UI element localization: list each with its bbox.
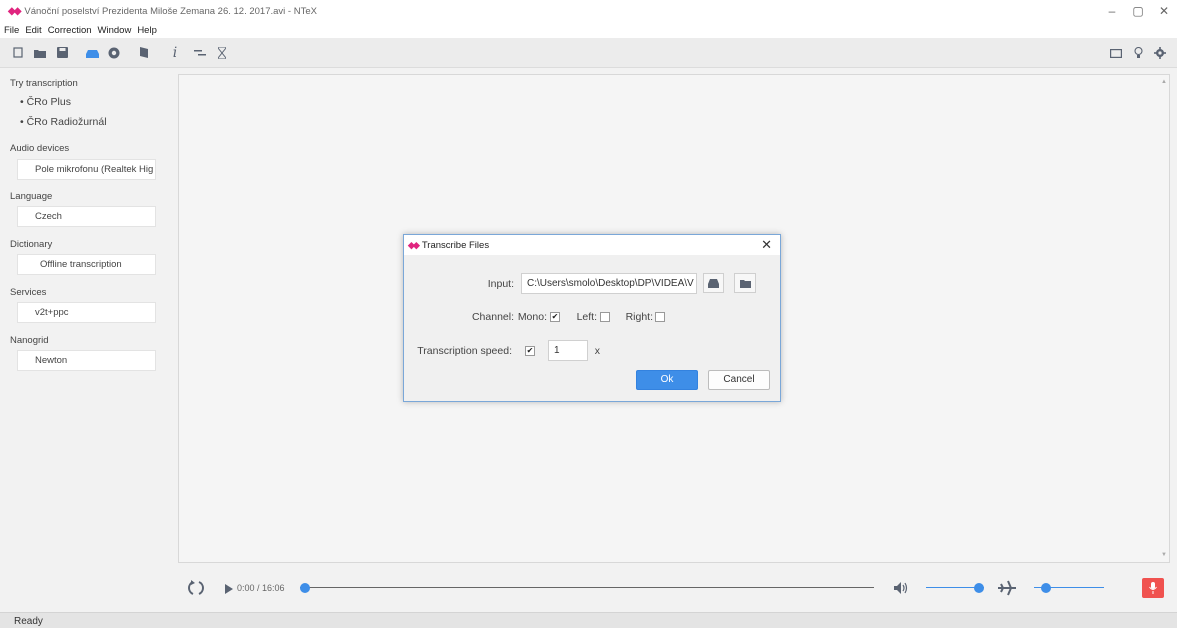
audio-device-field[interactable]: Pole mikrofonu (Realtek Hig <box>17 159 156 180</box>
hourglass-icon[interactable] <box>214 43 230 63</box>
speed-slider[interactable] <box>1034 583 1104 593</box>
audio-devices-label: Audio devices <box>10 143 70 154</box>
title-bar: ◆◆ Vánoční poselství Prezidenta Miloše Z… <box>0 0 1177 22</box>
book-icon[interactable] <box>136 43 152 63</box>
transcribe-active-icon[interactable] <box>84 43 100 63</box>
speed-knob[interactable] <box>1041 583 1051 593</box>
align-icon[interactable] <box>192 43 208 63</box>
channel-label: Channel: <box>471 311 514 323</box>
scroll-down-icon[interactable]: ▼ <box>1161 552 1167 558</box>
dialog-title: Transcribe Files <box>421 239 490 251</box>
speed-unit-label: x <box>594 345 600 357</box>
language-label: Language <box>10 191 53 202</box>
dialog-logo-icon: ◆◆ <box>408 239 420 250</box>
globe-icon[interactable] <box>106 43 122 63</box>
right-label: Right: <box>625 311 653 323</box>
volume-knob[interactable] <box>974 583 984 593</box>
minimize-button[interactable]: – <box>1099 0 1125 22</box>
status-text: Ready <box>14 616 43 627</box>
transcription-speed-checkbox[interactable]: ✔ <box>525 346 535 356</box>
nanogrid-label: Nanogrid <box>10 335 49 346</box>
speed-input[interactable]: 1 <box>548 340 588 361</box>
volume-slider[interactable] <box>926 583 984 593</box>
services-label: Services <box>10 287 47 298</box>
cancel-button[interactable]: Cancel <box>708 370 770 390</box>
menu-correction[interactable]: Correction <box>48 25 92 36</box>
try-item-cro-plus[interactable]: • ČRo Plus <box>20 96 71 108</box>
input-label: Input: <box>487 278 514 290</box>
left-label: Left: <box>576 311 597 323</box>
nanogrid-field[interactable]: Newton <box>17 350 156 371</box>
toolbar: i <box>0 38 1177 68</box>
transcribe-files-dialog: ◆◆ Transcribe Files ✕ Input: C:\Users\sm… <box>403 234 781 402</box>
microphone-icon <box>1149 582 1157 594</box>
menu-window[interactable]: Window <box>98 25 132 36</box>
input-device-button[interactable] <box>703 273 724 293</box>
input-path-field[interactable]: C:\Users\smolo\Desktop\DP\VIDEA\V <box>521 273 697 294</box>
left-checkbox[interactable] <box>600 312 610 322</box>
status-bar: Ready <box>0 612 1177 628</box>
record-mic-button[interactable] <box>1142 578 1164 598</box>
play-icon[interactable] <box>225 583 233 597</box>
close-window-button[interactable]: ✕ <box>1151 0 1177 22</box>
volume-icon[interactable] <box>894 582 908 597</box>
toolbar-right-group <box>1105 43 1171 63</box>
window-title: Vánoční poselství Prezidenta Miloše Zema… <box>24 5 317 17</box>
language-field[interactable]: Czech <box>17 206 156 227</box>
mono-checkbox[interactable]: ✔ <box>550 312 560 322</box>
try-item-cro-radiozurnal[interactable]: • ČRo Radiožurnál <box>20 116 107 128</box>
save-icon[interactable] <box>54 43 70 63</box>
menu-bar: File Edit Correction Window Help <box>0 22 1177 38</box>
speed-airplane-icon[interactable] <box>998 579 1016 600</box>
dialog-title-bar: ◆◆ Transcribe Files ✕ <box>404 235 780 255</box>
info-icon[interactable]: i <box>168 43 182 63</box>
mono-label: Mono: <box>517 311 547 323</box>
rewind-icon[interactable] <box>187 580 205 599</box>
new-file-icon[interactable] <box>10 43 26 63</box>
services-field[interactable]: v2t+ppc <box>17 302 156 323</box>
dialog-close-button[interactable]: ✕ <box>761 237 772 253</box>
lightbulb-icon[interactable] <box>1127 43 1149 63</box>
menu-help[interactable]: Help <box>137 25 157 36</box>
restore-button[interactable]: ▢ <box>1125 0 1151 22</box>
seek-slider[interactable] <box>300 583 874 593</box>
window-layout-icon[interactable] <box>1105 43 1127 63</box>
ok-button[interactable]: Ok <box>636 370 698 390</box>
player-bar: 0:00 / 16:06 <box>178 568 1170 610</box>
sidebar: Try transcription • ČRo Plus • ČRo Radio… <box>0 68 170 610</box>
scroll-up-icon[interactable]: ▲ <box>1161 79 1167 85</box>
app-logo-icon: ◆◆ <box>8 5 21 17</box>
seek-knob[interactable] <box>300 583 310 593</box>
seek-track <box>300 587 874 588</box>
right-checkbox[interactable] <box>655 312 665 322</box>
browse-folder-button[interactable] <box>734 273 756 293</box>
settings-gear-icon[interactable] <box>1149 43 1171 63</box>
menu-file[interactable]: File <box>4 25 19 36</box>
transcription-speed-label: Transcription speed: <box>417 345 512 357</box>
folder-icon <box>739 279 751 288</box>
app-window: ◆◆ Vánoční poselství Prezidenta Miloše Z… <box>0 0 1177 628</box>
menu-edit[interactable]: Edit <box>25 25 41 36</box>
window-controls: – ▢ ✕ <box>1099 0 1177 22</box>
drive-icon <box>708 278 719 288</box>
dictionary-field[interactable]: Offline transcription <box>17 254 156 275</box>
time-display: 0:00 / 16:06 <box>237 583 285 593</box>
open-folder-icon[interactable] <box>32 43 48 63</box>
try-transcription-label: Try transcription <box>10 78 78 89</box>
dictionary-label: Dictionary <box>10 239 53 250</box>
